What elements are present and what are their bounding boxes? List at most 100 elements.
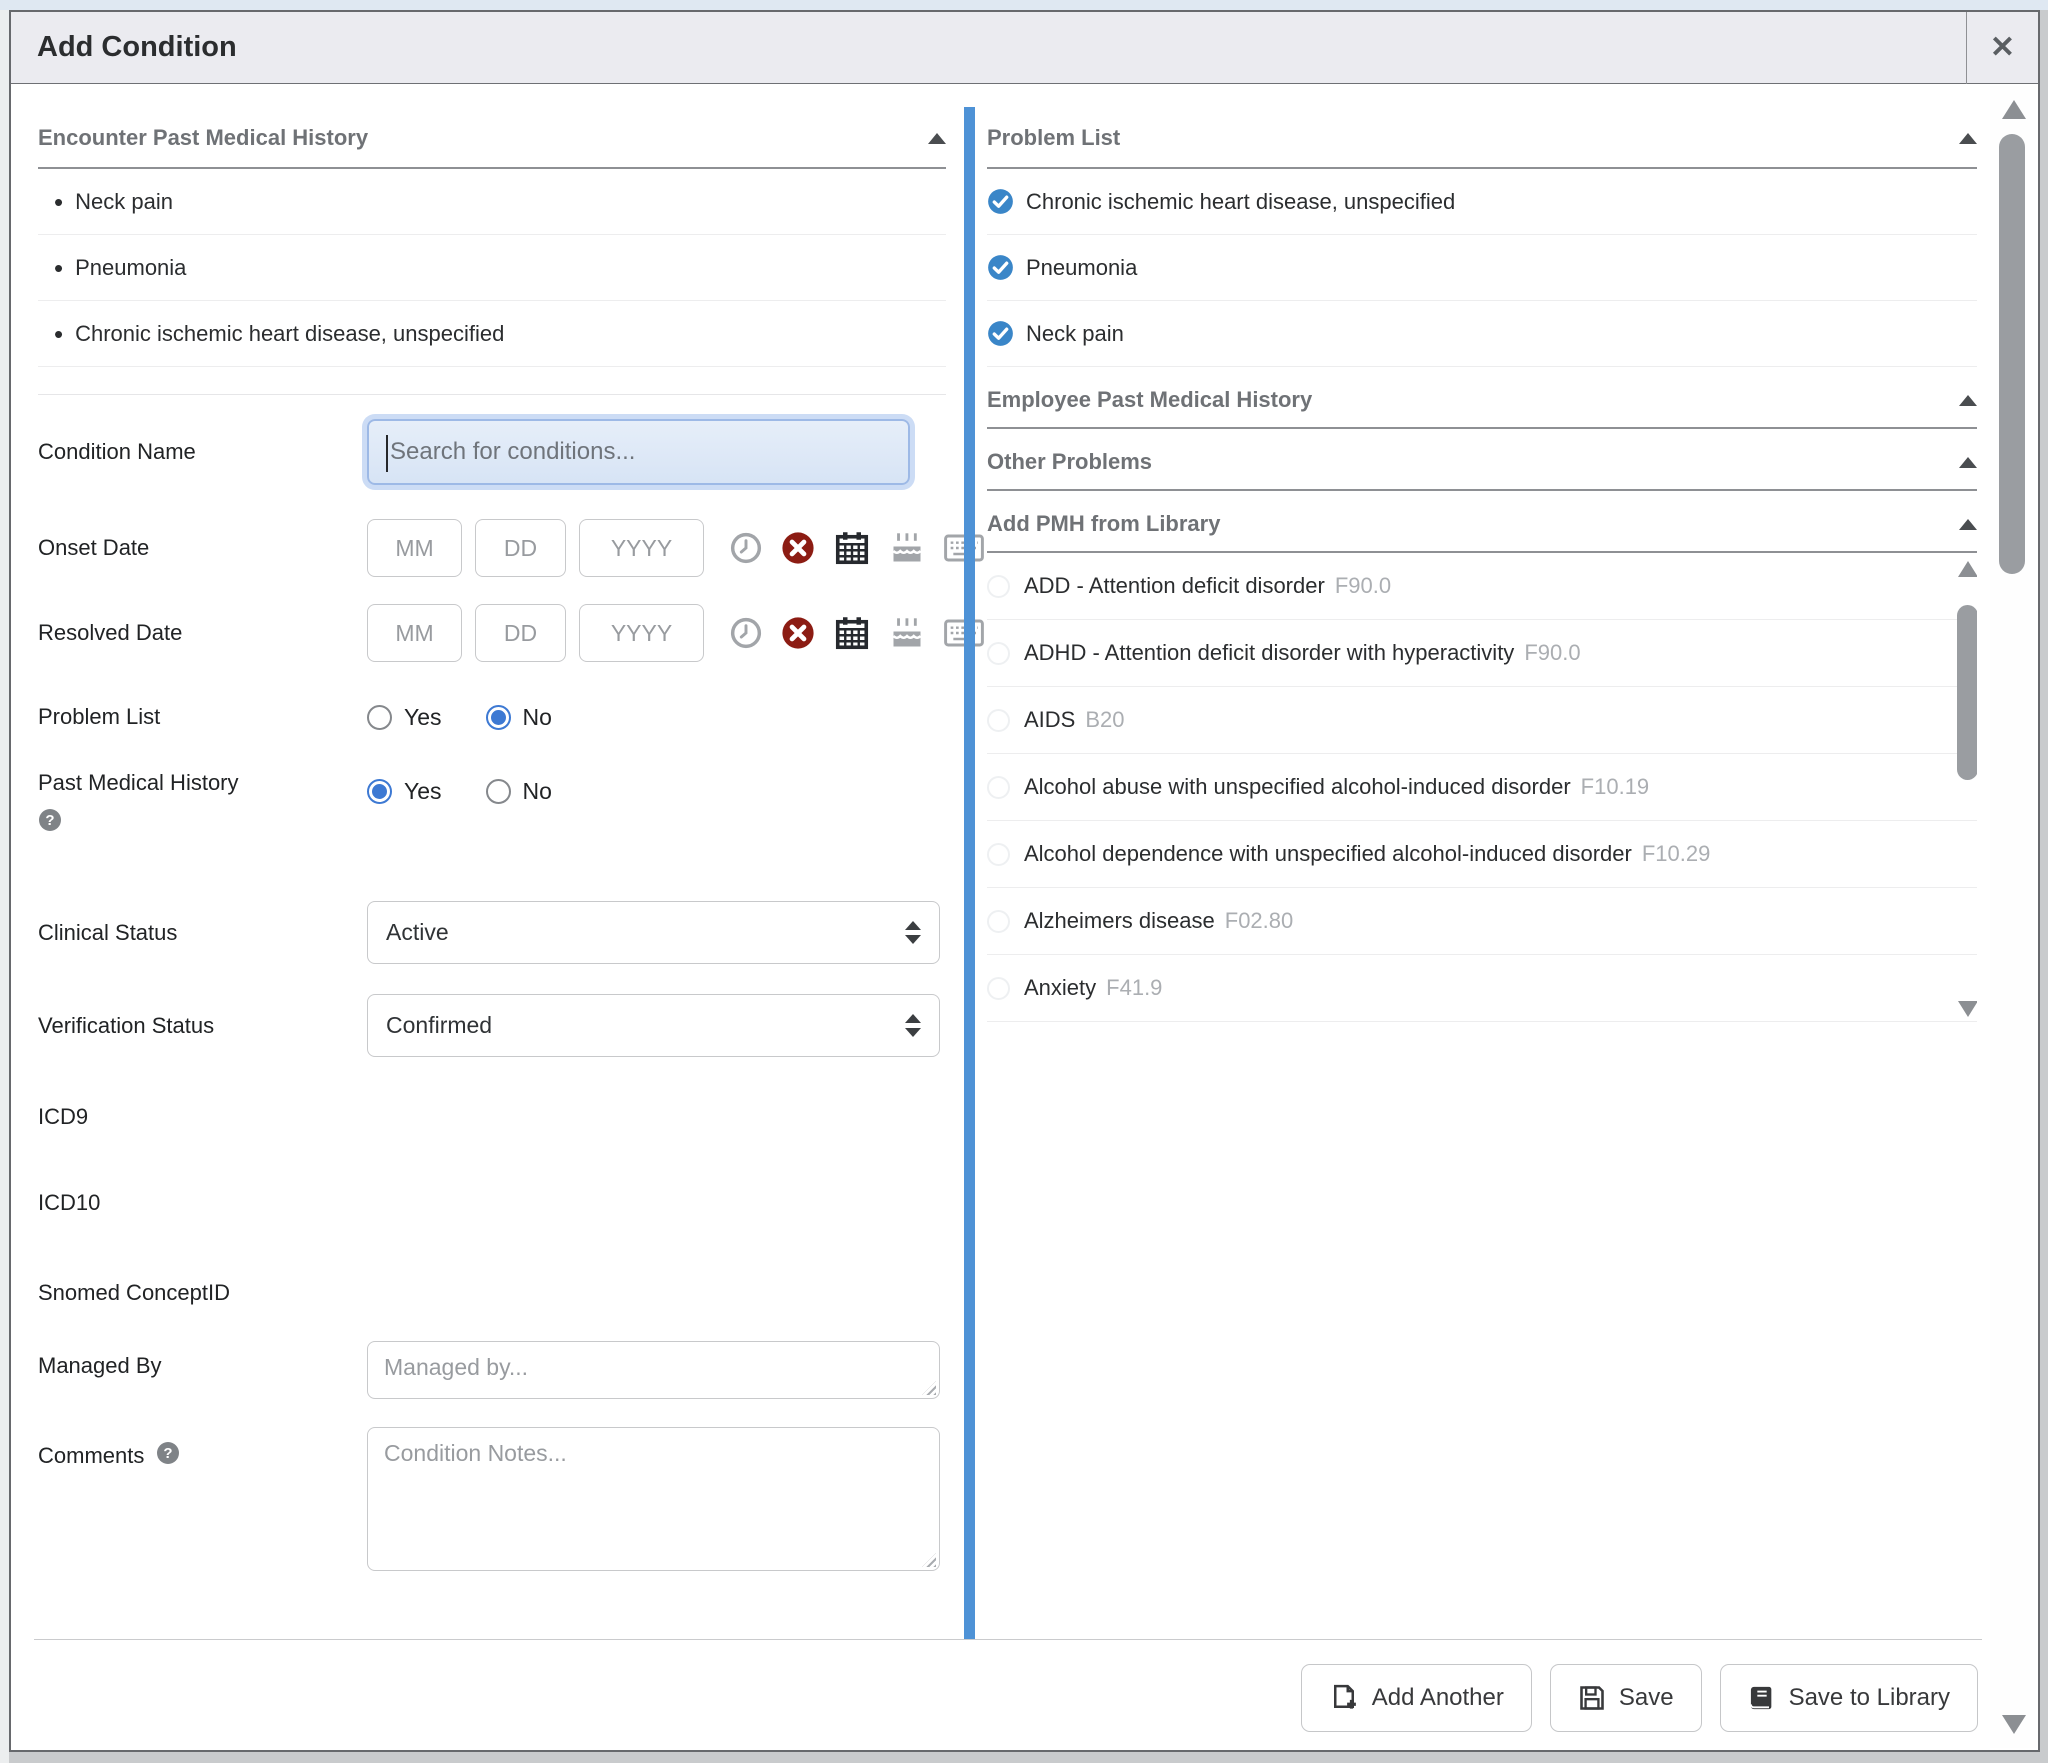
section-divider	[38, 394, 946, 395]
radio-checked-icon[interactable]	[367, 779, 392, 804]
radio-unchecked-icon[interactable]	[987, 575, 1010, 598]
problem-list-no-option[interactable]: No	[486, 704, 552, 731]
save-icon	[1578, 1684, 1606, 1712]
add-condition-modal: Add Condition ✕ Encounter Past Medical H…	[9, 10, 2040, 1752]
library-item[interactable]: ADHD - Attention deficit disorder with h…	[987, 620, 1977, 687]
add-another-button[interactable]: Add Another	[1301, 1664, 1532, 1732]
bullet-icon: •	[38, 189, 63, 215]
add-pmh-library-header[interactable]: Add PMH from Library	[987, 503, 1977, 553]
encounter-pmh-item: • Pneumonia	[38, 235, 946, 301]
library-scrollbar[interactable]	[1955, 561, 1977, 1023]
radio-unchecked-icon[interactable]	[486, 779, 511, 804]
save-button[interactable]: Save	[1550, 1664, 1702, 1732]
problem-list-row: Problem List Yes No	[38, 692, 946, 742]
left-panel: Encounter Past Medical History • Neck pa…	[38, 107, 946, 1571]
clear-date-icon[interactable]	[781, 531, 815, 565]
clinical-status-select[interactable]: Active	[367, 901, 940, 964]
other-problems-title: Other Problems	[987, 449, 1152, 475]
icd-code: F10.19	[1581, 774, 1650, 800]
clock-icon[interactable]	[730, 617, 762, 649]
collapse-arrow-icon[interactable]	[1959, 395, 1977, 406]
background-page-strip-left	[0, 10, 9, 1763]
verification-status-select[interactable]: Confirmed	[367, 994, 940, 1057]
snomed-label: Snomed ConceptID	[38, 1280, 367, 1306]
condition-name-label: Condition Name	[38, 439, 367, 465]
problem-list-item[interactable]: Chronic ischemic heart disease, unspecif…	[987, 169, 1977, 235]
collapse-arrow-icon[interactable]	[1959, 519, 1977, 530]
encounter-pmh-item: • Neck pain	[38, 169, 946, 235]
onset-month-input[interactable]	[367, 519, 462, 577]
footer-buttons: Add Another Save Save to Library	[1301, 1664, 1978, 1732]
clear-date-icon[interactable]	[781, 616, 815, 650]
radio-unchecked-icon[interactable]	[987, 642, 1010, 665]
collapse-arrow-icon[interactable]	[928, 133, 946, 144]
resolved-month-input[interactable]	[367, 604, 462, 662]
collapse-arrow-icon[interactable]	[1959, 133, 1977, 144]
library-item[interactable]: Alcohol dependence with unspecified alco…	[987, 821, 1977, 888]
library-item[interactable]: Anxiety F41.9	[987, 955, 1977, 1022]
verification-status-row: Verification Status Confirmed	[38, 994, 946, 1057]
scrollbar-thumb[interactable]	[1999, 134, 2025, 574]
radio-unchecked-icon[interactable]	[987, 776, 1010, 799]
radio-unchecked-icon[interactable]	[987, 977, 1010, 1000]
problem-list-label: Problem List	[38, 704, 367, 730]
pmh-yes-option[interactable]: Yes	[367, 778, 442, 805]
problem-list-header: Problem List	[987, 119, 1977, 169]
onset-year-input[interactable]	[579, 519, 704, 577]
comments-textarea[interactable]	[367, 1427, 940, 1571]
condition-search-input[interactable]	[369, 421, 908, 483]
modal-header: Add Condition ✕	[11, 12, 2038, 84]
radio-unchecked-icon[interactable]	[367, 705, 392, 730]
scroll-up-arrow-icon[interactable]	[1958, 561, 1977, 577]
resolved-year-input[interactable]	[579, 604, 704, 662]
onset-day-input[interactable]	[475, 519, 566, 577]
birthday-cake-icon[interactable]	[889, 530, 925, 566]
add-another-icon	[1329, 1683, 1359, 1713]
icd-code: F41.9	[1106, 975, 1162, 1001]
modal-scrollbar[interactable]	[1990, 86, 2036, 1748]
help-icon[interactable]: ?	[156, 1441, 180, 1471]
library-item[interactable]: Alcohol abuse with unspecified alcohol-i…	[987, 754, 1977, 821]
radio-unchecked-icon[interactable]	[987, 709, 1010, 732]
pmh-no-option[interactable]: No	[486, 778, 552, 805]
verification-status-label: Verification Status	[38, 1013, 367, 1039]
past-medical-history-row: Past Medical History ? Yes No	[38, 770, 946, 858]
resolved-date-row: Resolved Date	[38, 604, 946, 662]
scroll-down-arrow-icon[interactable]	[1958, 1001, 1977, 1017]
calendar-icon[interactable]	[834, 530, 870, 566]
calendar-icon[interactable]	[834, 615, 870, 651]
radio-unchecked-icon[interactable]	[987, 843, 1010, 866]
save-to-library-button[interactable]: Save to Library	[1720, 1664, 1978, 1732]
problem-list-item[interactable]: Neck pain	[987, 301, 1977, 367]
svg-text:?: ?	[45, 812, 54, 829]
collapse-arrow-icon[interactable]	[1959, 457, 1977, 468]
library-item[interactable]: Alzheimers disease F02.80	[987, 888, 1977, 955]
icd-code: F90.0	[1335, 573, 1391, 599]
scroll-up-arrow-icon[interactable]	[2002, 100, 2026, 119]
employee-pmh-header[interactable]: Employee Past Medical History	[987, 379, 1977, 429]
resolved-date-icons	[730, 615, 984, 651]
icd-code: F10.29	[1642, 841, 1711, 867]
close-button[interactable]: ✕	[1966, 12, 2038, 84]
comments-wrap	[367, 1427, 940, 1571]
problem-list-yes-option[interactable]: Yes	[367, 704, 442, 731]
resolved-day-input[interactable]	[475, 604, 566, 662]
birthday-cake-icon[interactable]	[889, 615, 925, 651]
scroll-down-arrow-icon[interactable]	[2002, 1715, 2026, 1734]
radio-unchecked-icon[interactable]	[987, 910, 1010, 933]
library-item[interactable]: AIDS B20	[987, 687, 1977, 754]
problem-list-item-label: Chronic ischemic heart disease, unspecif…	[1026, 189, 1455, 215]
icd-code: F02.80	[1225, 908, 1294, 934]
scrollbar-thumb[interactable]	[1957, 605, 1977, 780]
pmh-label-block: Past Medical History ?	[38, 770, 367, 837]
clock-icon[interactable]	[730, 532, 762, 564]
help-icon[interactable]: ?	[38, 808, 62, 837]
other-problems-header[interactable]: Other Problems	[987, 441, 1977, 491]
library-item[interactable]: ADD - Attention deficit disorder F90.0	[987, 553, 1977, 620]
employee-pmh-title: Employee Past Medical History	[987, 387, 1312, 413]
encounter-pmh-item-label: Pneumonia	[75, 255, 186, 281]
managed-by-textarea[interactable]	[367, 1341, 940, 1399]
problem-list-item[interactable]: Pneumonia	[987, 235, 1977, 301]
check-circle-icon	[987, 188, 1014, 215]
radio-checked-icon[interactable]	[486, 705, 511, 730]
